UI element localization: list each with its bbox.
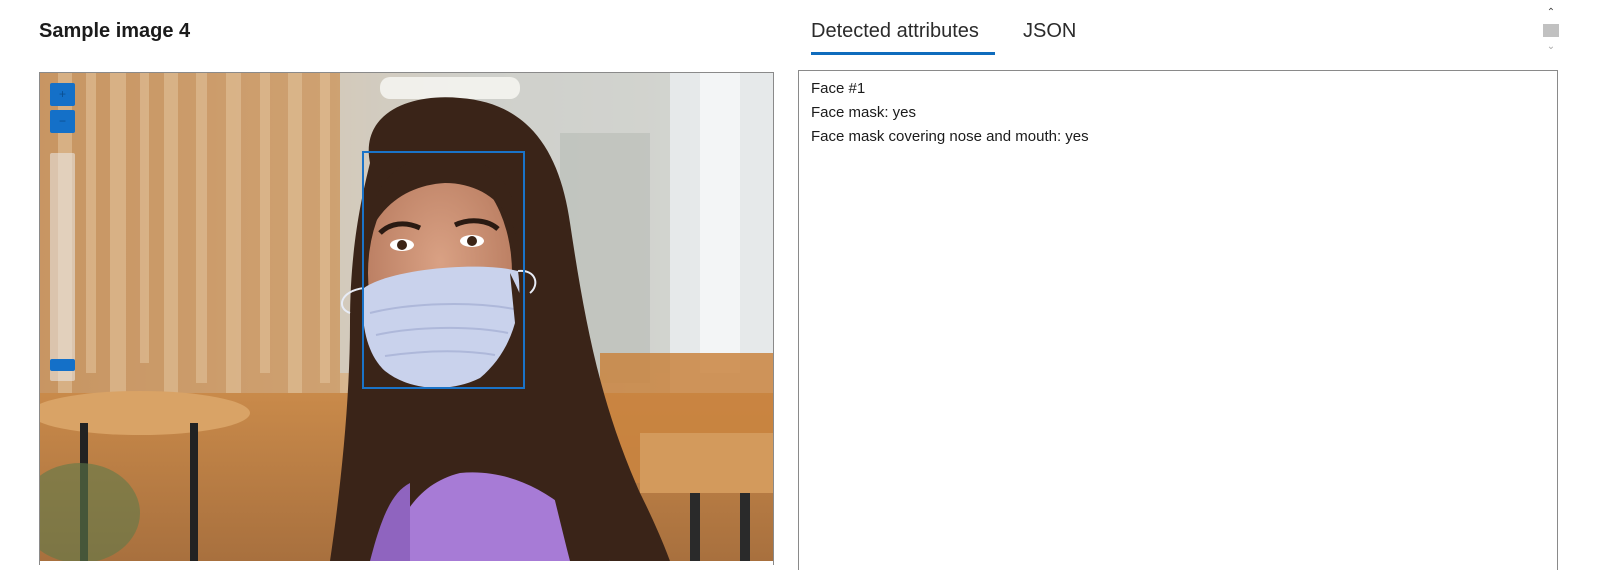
tab-json[interactable]: JSON	[1023, 20, 1076, 43]
chevron-up-icon[interactable]: ⌃	[1542, 6, 1560, 20]
sample-title: Sample image 4	[39, 20, 191, 42]
face-bounding-box	[362, 151, 525, 389]
zoom-slider-track[interactable]	[50, 153, 75, 381]
minus-icon: −	[58, 114, 66, 128]
zoom-in-button[interactable]: +	[50, 83, 75, 106]
image-viewer[interactable]: + −	[39, 72, 774, 565]
tabs-scrollbar[interactable]: ⌃ ⌄	[1542, 6, 1560, 56]
plus-icon: +	[58, 87, 66, 101]
zoom-slider-handle[interactable]	[50, 359, 75, 371]
chevron-down-icon[interactable]: ⌄	[1542, 40, 1560, 54]
zoom-out-button[interactable]: −	[50, 110, 75, 133]
mask-covering-attribute: Face mask covering nose and mouth: yes	[811, 128, 1089, 145]
face-mask-attribute: Face mask: yes	[811, 104, 917, 121]
active-tab-indicator	[811, 52, 995, 55]
detected-attributes-panel: Face #1 Face mask: yes Face mask coverin…	[798, 70, 1558, 570]
tab-detected-attributes[interactable]: Detected attributes	[811, 20, 979, 43]
face-label: Face #1	[811, 80, 866, 97]
scrollbar-thumb[interactable]	[1543, 24, 1559, 37]
